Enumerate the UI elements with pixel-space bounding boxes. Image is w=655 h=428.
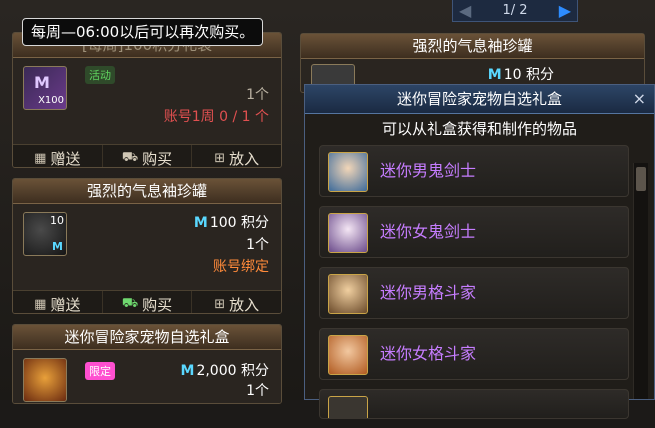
popup-header: 迷你冒险家宠物自选礼盒 ×	[305, 85, 654, 114]
item-title: 强烈的气息袖珍罐	[13, 179, 281, 204]
pet-portrait-icon	[328, 152, 368, 192]
item-price: M 10 积分	[487, 67, 554, 83]
list-item[interactable]: 迷你男鬼剑士	[319, 145, 629, 197]
list-item[interactable]	[319, 389, 629, 419]
item-name: 迷你男鬼剑士	[380, 161, 477, 180]
gift-button[interactable]: ▦ 赠送	[13, 145, 103, 167]
pet-portrait-icon	[328, 213, 368, 253]
item-name: 迷你女鬼剑士	[380, 222, 477, 241]
scrollbar[interactable]	[633, 163, 648, 399]
store-button[interactable]: ⊞ 放入	[192, 145, 281, 168]
gift-icon: ▦	[34, 296, 47, 312]
item-body: M X100 活动 1个 账号1周 0 / 1 个	[13, 58, 281, 144]
m-point-icon: M	[180, 363, 195, 379]
prev-page-icon[interactable]: ◀	[459, 1, 471, 20]
m-point-icon: M	[193, 215, 208, 231]
item-icon[interactable]	[23, 358, 67, 402]
item-title: 迷你冒险家宠物自选礼盒	[13, 325, 281, 350]
event-tag: 活动	[85, 66, 115, 84]
list-item[interactable]: 迷你女格斗家	[319, 328, 629, 380]
reward-list: 迷你男鬼剑士 迷你女鬼剑士 迷你男格斗家 迷你女格斗家	[319, 145, 629, 428]
gift-box-popup: 迷你冒险家宠物自选礼盒 × 可以从礼盒获得和制作的物品 迷你男鬼剑士 迷你女鬼剑…	[304, 84, 655, 419]
cart-icon: ⛟	[121, 149, 139, 165]
basket-icon: ⊞	[214, 150, 226, 166]
close-icon[interactable]: ×	[633, 85, 646, 113]
shop-item-card: 强烈的气息袖珍罐 10 M M 100 积分 1个 账号绑定 ▦ 赠送 ⛟ 购买 ⊞ 放…	[12, 178, 282, 314]
basket-icon: ⊞	[214, 296, 226, 312]
gift-button[interactable]: ▦ 赠送	[13, 291, 103, 313]
popup-subtitle: 可以从礼盒获得和制作的物品	[381, 120, 577, 138]
list-item[interactable]: 迷你男格斗家	[319, 267, 629, 319]
item-qty: 1个	[246, 87, 269, 103]
scrollbar-thumb[interactable]	[636, 167, 646, 191]
pet-portrait-icon	[328, 396, 368, 418]
gift-icon: ▦	[34, 150, 47, 166]
buy-button[interactable]: ⛟ 购买	[103, 145, 193, 167]
item-icon[interactable]: 10 M	[23, 212, 67, 256]
item-name: 迷你女格斗家	[380, 344, 477, 363]
store-button[interactable]: ⊞ 放入	[192, 291, 281, 314]
shop-item-card: [每周]100积分礼袋 M X100 活动 1个 账号1周 0 / 1 个 ▦赠…	[12, 32, 282, 168]
item-price: M 100 积分	[193, 215, 269, 231]
pet-portrait-icon	[328, 274, 368, 314]
pet-portrait-icon	[328, 335, 368, 375]
next-page-icon[interactable]: ▶	[559, 1, 571, 20]
cart-icon: ⛟	[121, 295, 139, 311]
m-logo-icon: M	[52, 240, 63, 253]
limited-tag: 限定	[85, 362, 115, 380]
item-qty: 1个	[246, 383, 269, 399]
action-bar: ▦ 赠送 ⛟ 购买 ⊞ 放入	[13, 144, 281, 168]
list-item[interactable]: 迷你女鬼剑士	[319, 206, 629, 258]
item-body: 限定 M 2,000 积分 1个	[13, 350, 281, 403]
page-indicator: 1/ 2	[502, 3, 528, 18]
item-body: 10 M M 100 积分 1个 账号绑定	[13, 204, 281, 290]
m-logo-icon: M	[34, 73, 50, 92]
item-title: 强烈的气息袖珍罐	[301, 34, 644, 59]
purchase-limit: 账号1周 0 / 1 个	[163, 109, 269, 125]
item-price: M 2,000 积分	[180, 363, 269, 379]
buy-button[interactable]: ⛟ 购买	[103, 291, 193, 313]
action-bar: ▦ 赠送 ⛟ 购买 ⊞ 放入	[13, 290, 281, 314]
popup-title: 迷你冒险家宠物自选礼盒	[396, 90, 562, 108]
item-name: 迷你男格斗家	[380, 283, 477, 302]
bind-note: 账号绑定	[213, 259, 269, 275]
page-pager: ◀ 1/ 2 ▶	[452, 0, 578, 22]
item-icon[interactable]: M X100	[23, 66, 67, 110]
item-count: 10	[50, 214, 64, 227]
m-point-icon: M	[487, 67, 502, 83]
purchase-tooltip: 每周—06:00以后可以再次购买。	[22, 18, 264, 46]
item-qty: 1个	[246, 237, 269, 253]
shop-item-card: 迷你冒险家宠物自选礼盒 限定 M 2,000 积分 1个	[12, 324, 282, 404]
item-count: X100	[38, 95, 64, 106]
